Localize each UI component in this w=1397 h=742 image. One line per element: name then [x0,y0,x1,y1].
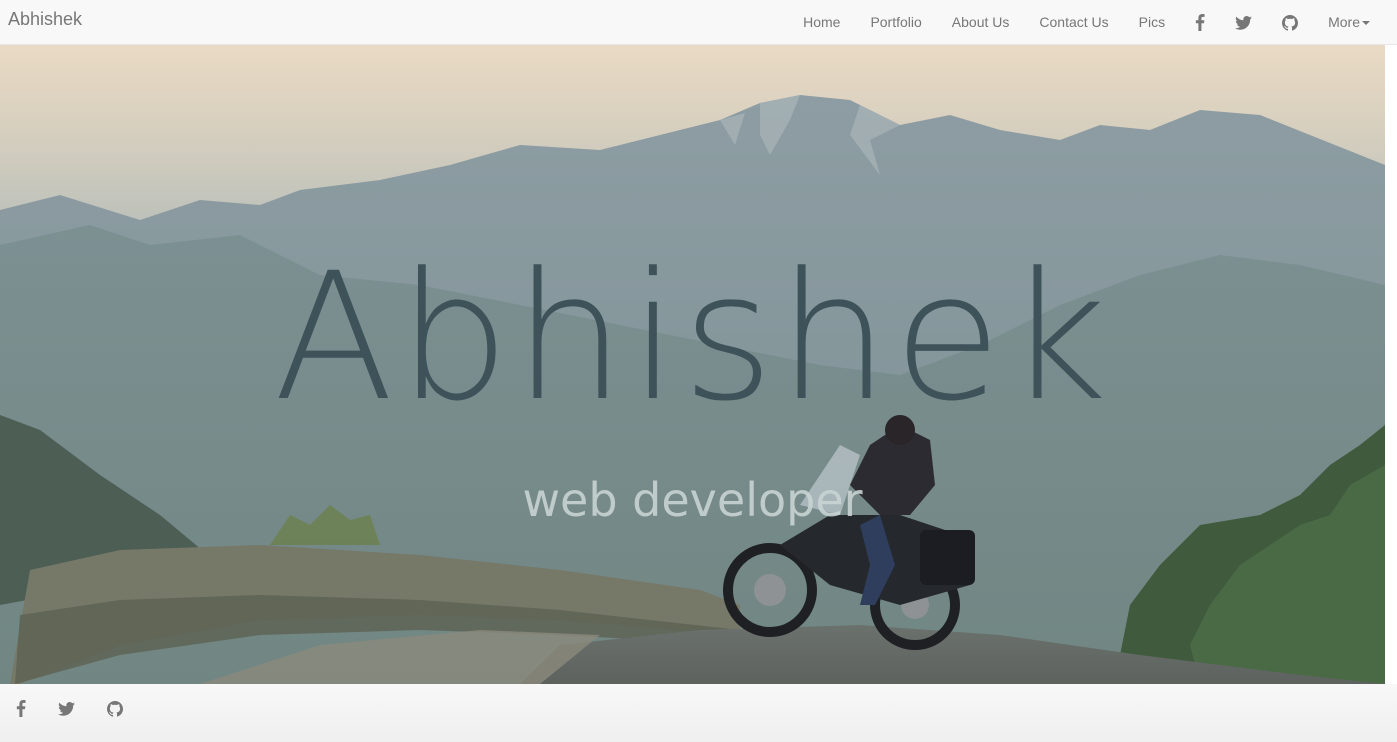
github-icon [1282,14,1299,31]
facebook-icon [1195,14,1205,31]
github-icon [107,700,123,717]
hero-title: Abhishek [273,235,1112,440]
navbar-brand[interactable]: Abhishek [8,9,82,30]
nav-github-link[interactable] [1267,14,1313,31]
caret-down-icon [1362,20,1370,25]
footer-facebook-link[interactable] [16,700,26,717]
hero-banner: Abhishek web developer [0,45,1385,684]
nav-more-dropdown[interactable]: More [1313,0,1385,45]
twitter-icon [1235,15,1252,30]
nav-link-portfolio[interactable]: Portfolio [855,0,936,45]
hero-subtitle: web developer [522,473,863,527]
nav-twitter-link[interactable] [1220,15,1267,30]
footer-bar [0,684,1397,742]
navbar-links: Home Portfolio About Us Contact Us Pics … [788,0,1385,45]
facebook-icon [16,700,26,717]
nav-link-pics[interactable]: Pics [1124,0,1180,45]
more-label: More [1328,14,1360,30]
nav-link-contact-us[interactable]: Contact Us [1024,0,1123,45]
footer-social-links [16,700,155,717]
footer-github-link[interactable] [107,700,123,717]
nav-facebook-link[interactable] [1180,14,1220,31]
twitter-icon [58,701,75,716]
nav-link-home[interactable]: Home [788,0,855,45]
page-gutter [1385,45,1397,684]
footer-twitter-link[interactable] [58,701,75,716]
nav-link-about-us[interactable]: About Us [937,0,1025,45]
top-navbar: Abhishek Home Portfolio About Us Contact… [0,0,1397,45]
